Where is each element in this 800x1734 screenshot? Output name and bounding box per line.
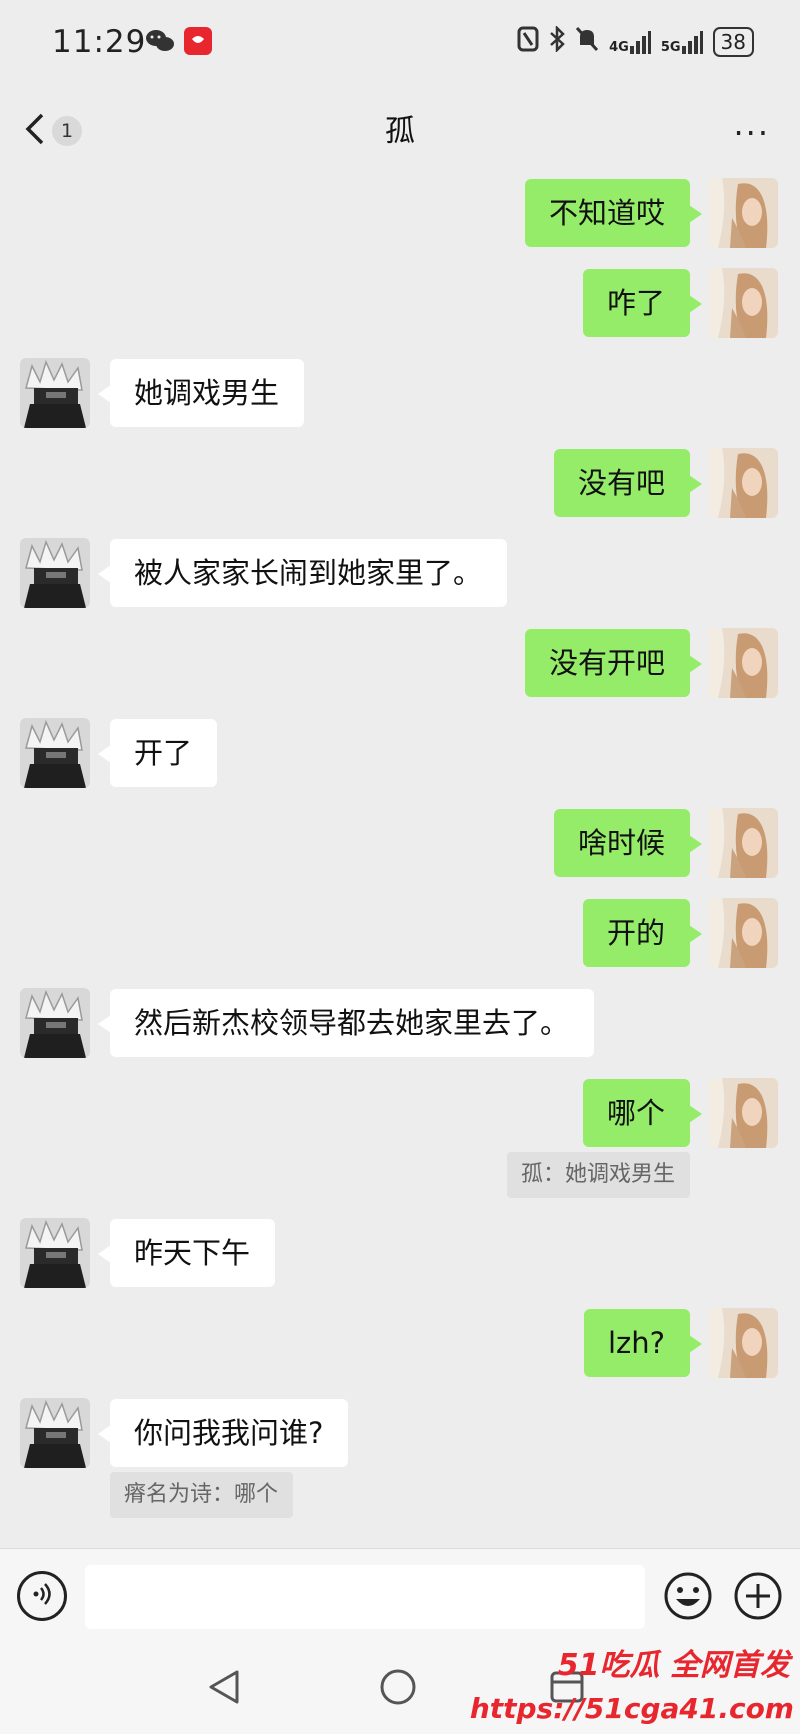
my-message-bubble[interactable]: 没有开吧: [525, 629, 702, 697]
my-message-bubble[interactable]: 不知道哎: [525, 179, 702, 247]
chevron-left-icon: [24, 112, 46, 150]
plus-circle-icon: [734, 1572, 782, 1620]
system-home-button[interactable]: [378, 1667, 418, 1707]
watermark-url: https://51cga41.com: [469, 1692, 794, 1725]
quoted-reply[interactable]: 孤：她调戏男生: [507, 1152, 690, 1198]
their-message-bubble[interactable]: 昨天下午: [98, 1219, 275, 1287]
my-avatar[interactable]: [708, 268, 778, 338]
their-message-bubble[interactable]: 然后新杰校领导都去她家里去了。: [98, 989, 594, 1057]
my-avatar[interactable]: [708, 1308, 778, 1378]
system-back-button[interactable]: [205, 1667, 245, 1707]
smiley-icon: [664, 1572, 712, 1620]
signal-4g-icon: 4G: [609, 30, 651, 54]
back-button[interactable]: 1: [24, 106, 94, 156]
input-bar: [0, 1548, 800, 1643]
my-avatar[interactable]: [708, 898, 778, 968]
my-avatar[interactable]: [708, 448, 778, 518]
my-message-bubble[interactable]: 哪个: [583, 1079, 702, 1147]
my-avatar[interactable]: [708, 178, 778, 248]
my-message-bubble[interactable]: 咋了: [583, 269, 702, 337]
battery-indicator: 38: [712, 27, 754, 57]
my-message-bubble[interactable]: lzh?: [584, 1309, 702, 1377]
status-left-icons: [145, 26, 213, 60]
my-avatar[interactable]: [708, 808, 778, 878]
status-bar: 11:29 4G 5G 38: [0, 0, 800, 90]
contact-avatar[interactable]: [20, 988, 90, 1058]
my-avatar[interactable]: [708, 1078, 778, 1148]
mute-bell-icon: [575, 26, 599, 58]
quoted-reply[interactable]: 瘠名为诗：哪个: [110, 1472, 293, 1518]
status-right-icons: 4G 5G 38: [517, 24, 754, 58]
chat-header: 孤 1 ···: [0, 90, 800, 180]
my-message-bubble[interactable]: 开的: [583, 899, 702, 967]
circle-home-icon: [380, 1669, 416, 1705]
contact-avatar[interactable]: [20, 358, 90, 428]
voice-icon: [29, 1581, 55, 1611]
network-4g-label: 4G: [609, 40, 629, 55]
watermark: 51吃瓜 全网首发 https://51cga41.com: [470, 1640, 800, 1734]
my-message-bubble[interactable]: 啥时候: [554, 809, 702, 877]
more-functions-button[interactable]: [733, 1571, 783, 1621]
status-time: 11:29: [52, 24, 147, 60]
their-message-bubble[interactable]: 被人家家长闹到她家里了。: [98, 539, 507, 607]
app-notification-icon: [183, 26, 213, 60]
message-input[interactable]: [85, 1565, 645, 1629]
their-message-bubble[interactable]: 你问我我问谁?: [98, 1399, 348, 1467]
network-5g-label: 5G: [660, 40, 681, 55]
voice-input-button[interactable]: [17, 1571, 67, 1621]
emoji-button[interactable]: [663, 1571, 713, 1621]
wechat-icon: [145, 28, 175, 58]
my-avatar[interactable]: [708, 628, 778, 698]
chat-title: 孤: [385, 114, 415, 149]
watermark-brand: 51吃瓜 全网首发: [557, 1648, 790, 1683]
contact-avatar[interactable]: [20, 1218, 90, 1288]
unread-count-badge: 1: [52, 116, 82, 146]
more-options-button[interactable]: ···: [733, 114, 770, 152]
my-message-bubble[interactable]: 没有吧: [554, 449, 702, 517]
contact-avatar[interactable]: [20, 1398, 90, 1468]
nfc-icon: [517, 26, 539, 58]
triangle-back-icon: [209, 1670, 239, 1704]
contact-avatar[interactable]: [20, 538, 90, 608]
contact-avatar[interactable]: [20, 718, 90, 788]
their-message-bubble[interactable]: 开了: [98, 719, 217, 787]
their-message-bubble[interactable]: 她调戏男生: [98, 359, 304, 427]
signal-5g-icon: 5G: [661, 30, 703, 54]
bluetooth-icon: [549, 24, 565, 58]
